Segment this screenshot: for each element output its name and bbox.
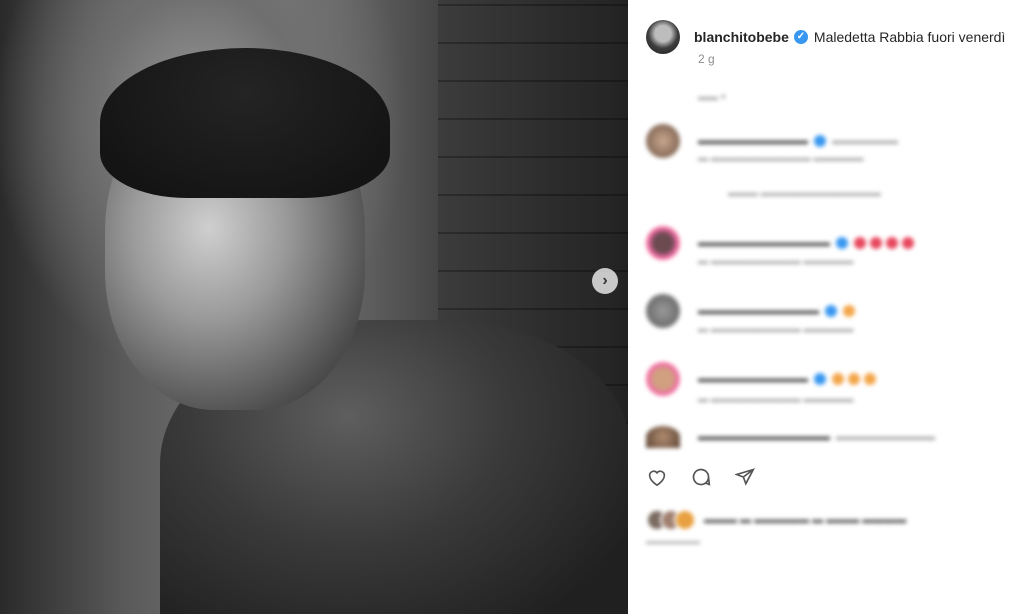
comment-username[interactable]: ▬▬▬▬▬▬▬▬▬▬▬▬ (698, 237, 830, 249)
verified-icon (825, 305, 837, 317)
verified-icon: ✓ (793, 30, 808, 44)
comment-avatar[interactable] (646, 124, 680, 158)
comment-username[interactable]: ▬▬▬▬▬▬▬▬▬▬▬ (698, 305, 819, 317)
comment-row: ▬▬▬▬▬▬▬▬▬▬▬▬ ▬▬▬▬▬▬▬▬▬ (646, 426, 935, 448)
comment-avatar[interactable] (646, 426, 680, 448)
comments-sort[interactable]: ▬▬ ▾ (698, 92, 726, 103)
emoji-icon (864, 373, 876, 385)
comment-row: ▬▬▬▬▬▬▬▬▬▬▬ (646, 294, 859, 328)
comment-icon[interactable] (690, 466, 712, 488)
heart-emoji-icon (870, 237, 882, 249)
comment-meta: ▬ ▬▬▬▬▬▬▬▬▬ ▬▬▬▬▬ (698, 256, 854, 267)
post-actions (646, 466, 756, 488)
comment-username[interactable]: ▬▬▬▬▬▬▬▬▬▬ (698, 373, 808, 385)
post-side-panel: blanchitobebe ✓ Maledetta Rabbia fuori v… (628, 0, 1024, 614)
verified-icon (814, 135, 826, 147)
comment-meta: ▬ ▬▬▬▬▬▬▬▬▬ ▬▬▬▬▬ (698, 394, 854, 405)
post-timestamp: 2 g (698, 52, 715, 66)
comment-username[interactable]: ▬▬▬▬▬▬▬▬▬▬ (698, 135, 808, 147)
emoji-icon (848, 373, 860, 385)
share-icon[interactable] (734, 466, 756, 488)
post-caption: Maledetta Rabbia fuori venerdì (813, 29, 1006, 45)
view-replies[interactable]: ▬▬▬ ▬▬▬▬▬▬▬▬▬▬▬▬ (728, 188, 881, 199)
comment-text: ▬▬▬▬▬▬▬▬▬ (836, 431, 935, 443)
post-photo[interactable]: › (0, 0, 628, 614)
next-arrow-icon[interactable]: › (592, 268, 618, 294)
comment-avatar[interactable] (646, 362, 680, 396)
heart-icon[interactable] (646, 466, 668, 488)
liker-avatars (646, 509, 696, 531)
likes-date: ▬▬▬▬▬▬ (646, 536, 700, 546)
comment-row: ▬▬▬▬▬▬▬▬▬▬▬▬ (646, 226, 918, 260)
verified-icon (836, 237, 848, 249)
liked-by[interactable]: ▬▬▬ ▬ ▬▬▬▬▬ ▬ ▬▬▬ ▬▬▬▬ (646, 509, 906, 531)
post-username[interactable]: blanchitobebe (694, 29, 789, 45)
heart-emoji-icon (902, 237, 914, 249)
likes-summary: ▬▬▬ ▬ ▬▬▬▬▬ ▬ ▬▬▬ ▬▬▬▬ (704, 514, 907, 526)
post-header: blanchitobebe ✓ Maledetta Rabbia fuori v… (646, 20, 1005, 54)
comment-row: ▬▬▬▬▬▬▬▬▬▬ (646, 362, 880, 396)
emoji-icon (843, 305, 855, 317)
heart-emoji-icon (886, 237, 898, 249)
emoji-icon (832, 373, 844, 385)
comment-text: ▬▬▬▬▬▬ (832, 135, 898, 147)
comment-username[interactable]: ▬▬▬▬▬▬▬▬▬▬▬▬ (698, 431, 830, 443)
verified-icon (814, 373, 826, 385)
photo-subject-hair (100, 48, 390, 198)
avatar[interactable] (646, 20, 680, 54)
comment-avatar[interactable] (646, 294, 680, 328)
heart-emoji-icon (854, 237, 866, 249)
comment-avatar[interactable] (646, 226, 680, 260)
comment-meta: ▬ ▬▬▬▬▬▬▬▬▬ ▬▬▬▬▬ (698, 324, 854, 335)
comment-meta: ▬ ▬▬▬▬▬▬▬▬▬▬ ▬▬▬▬▬ (698, 153, 864, 164)
